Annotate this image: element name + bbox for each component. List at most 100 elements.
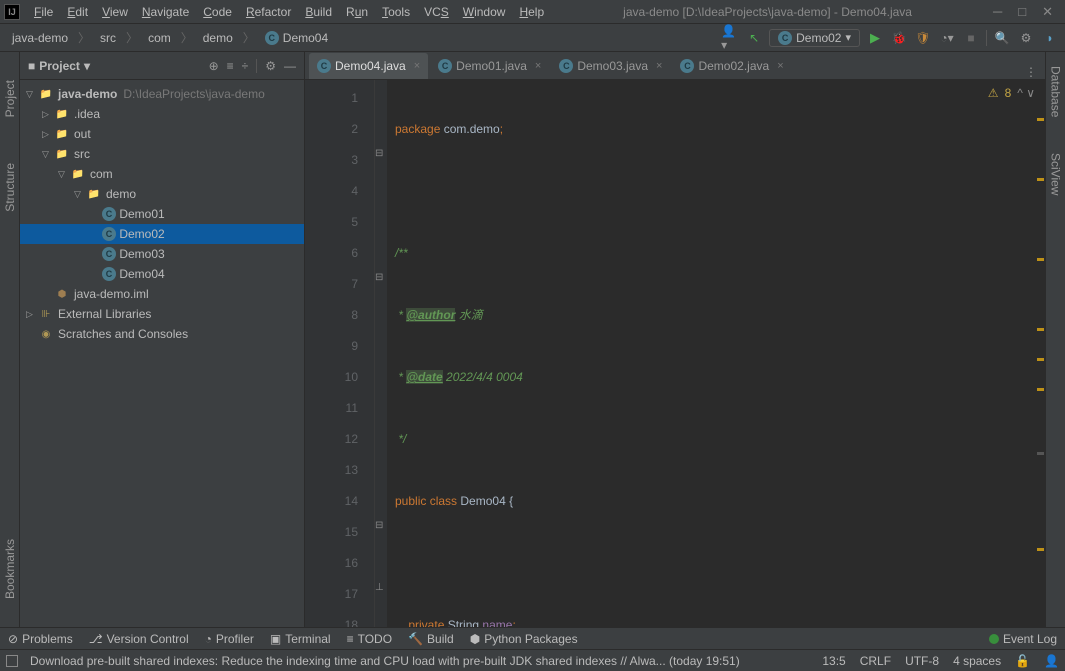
fold-end[interactable]: ⊥ <box>375 582 384 593</box>
menu-build[interactable]: Build <box>299 3 338 21</box>
menu-file[interactable]: File <box>28 3 59 21</box>
sidebar-title[interactable]: ■ Project ▾ <box>28 59 209 73</box>
locate-icon[interactable]: ⊕ <box>209 59 219 73</box>
tree-idea[interactable]: ▷📁.idea <box>20 104 304 124</box>
sidebar-header: ■ Project ▾ ⊕ ≡ ÷ ⚙ — <box>20 52 304 80</box>
right-tab-sciview[interactable]: SciView <box>1047 145 1065 203</box>
app-logo: IJ <box>4 4 20 20</box>
tab-demo04[interactable]: CDemo04.java× <box>309 53 428 79</box>
status-notify-icon[interactable]: 👤 <box>1044 654 1059 668</box>
tree-demo03[interactable]: C Demo03 <box>20 244 304 264</box>
menu-code[interactable]: Code <box>197 3 238 21</box>
debug-button[interactable]: 🐞 <box>890 29 908 47</box>
status-position[interactable]: 13:5 <box>822 654 845 668</box>
fold-toggle[interactable]: ⊟ <box>375 148 383 159</box>
stop-button[interactable]: ■ <box>962 29 980 47</box>
user-icon[interactable]: 👤▾ <box>721 29 739 47</box>
tw-vcs[interactable]: ⎇ Version Control <box>89 632 189 646</box>
right-tool-gutter: Database SciView <box>1045 52 1065 627</box>
menu-refactor[interactable]: Refactor <box>240 3 297 21</box>
class-icon: C <box>317 59 331 73</box>
menu-vcs[interactable]: VCS <box>418 3 455 21</box>
navigation-bar: java-demo 〉 src 〉 com 〉 demo 〉 CDemo04 👤… <box>0 24 1065 52</box>
tree-src[interactable]: ▽📁src <box>20 144 304 164</box>
fold-gutter: ⊟ ⊟ ⊟ ⊥ <box>375 80 387 627</box>
tree-demo04[interactable]: C Demo04 <box>20 264 304 284</box>
menu-view[interactable]: View <box>96 3 134 21</box>
fold-toggle[interactable]: ⊟ <box>375 272 383 283</box>
menu-run[interactable]: Run <box>340 3 374 21</box>
tab-demo01[interactable]: CDemo01.java× <box>430 53 549 79</box>
window-title: java-demo [D:\IdeaProjects\java-demo] - … <box>550 5 985 19</box>
left-tab-project[interactable]: Project <box>1 72 19 125</box>
crumb-project[interactable]: java-demo <box>6 29 74 47</box>
maximize-button[interactable]: □ <box>1018 4 1026 20</box>
fold-toggle[interactable]: ⊟ <box>375 520 383 531</box>
tabs-more-button[interactable]: ⋮ <box>1017 65 1045 79</box>
search-button[interactable]: 🔍 <box>993 29 1011 47</box>
status-icon[interactable] <box>6 655 18 667</box>
close-icon[interactable]: × <box>656 60 662 72</box>
tree-ext-lib[interactable]: ▷⊪External Libraries <box>20 304 304 324</box>
close-button[interactable]: ✕ <box>1042 4 1053 20</box>
tree-iml[interactable]: ⬢java-demo.iml <box>20 284 304 304</box>
editor[interactable]: 123456789101112131415161718 ⊟ ⊟ ⊟ ⊥ pack… <box>305 80 1045 627</box>
tw-todo[interactable]: ≡ TODO <box>347 632 392 646</box>
status-message: Download pre-built shared indexes: Reduc… <box>30 654 810 668</box>
tw-profiler[interactable]: ◔ Profiler <box>205 632 254 646</box>
status-eol[interactable]: CRLF <box>860 654 891 668</box>
tab-demo03[interactable]: CDemo03.java× <box>551 53 670 79</box>
tree-demo-pkg[interactable]: ▽📁demo <box>20 184 304 204</box>
tree-out[interactable]: ▷📁out <box>20 124 304 144</box>
tw-python[interactable]: ⬢ Python Packages <box>470 632 578 646</box>
class-icon: C <box>265 31 279 45</box>
tw-terminal[interactable]: ▣ Terminal <box>270 632 331 646</box>
right-tab-database[interactable]: Database <box>1047 58 1065 125</box>
crumb-src[interactable]: src <box>94 29 122 47</box>
coverage-button[interactable]: 🛡 <box>914 29 932 47</box>
tw-build[interactable]: 🔨 Build <box>408 632 454 646</box>
error-stripe[interactable] <box>1035 80 1045 627</box>
left-tab-bookmarks[interactable]: Bookmarks <box>1 531 19 607</box>
class-icon: C <box>102 227 116 241</box>
close-icon[interactable]: × <box>777 60 783 72</box>
crumb-class[interactable]: CDemo04 <box>259 29 334 47</box>
tool-window-bar: ⊘ Problems ⎇ Version Control ◔ Profiler … <box>0 627 1065 649</box>
tw-problems[interactable]: ⊘ Problems <box>8 632 73 646</box>
crumb-com[interactable]: com <box>142 29 177 47</box>
status-readonly-icon[interactable]: 🔓 <box>1015 654 1030 668</box>
menu-edit[interactable]: Edit <box>61 3 94 21</box>
menu-bar: File Edit View Navigate Code Refactor Bu… <box>28 3 550 21</box>
menu-tools[interactable]: Tools <box>376 3 416 21</box>
menu-window[interactable]: Window <box>457 3 512 21</box>
problems-badge[interactable]: ⚠ 8 ^ ∨ <box>988 86 1035 100</box>
code-content[interactable]: package com.demo; /** * @author 水滴 * @da… <box>387 80 1045 627</box>
tab-demo02[interactable]: CDemo02.java× <box>672 53 791 79</box>
editor-area: CDemo04.java× CDemo01.java× CDemo03.java… <box>305 52 1045 627</box>
status-indent[interactable]: 4 spaces <box>953 654 1001 668</box>
ide-button[interactable]: ◗ <box>1041 29 1059 47</box>
close-icon[interactable]: × <box>535 60 541 72</box>
expand-icon[interactable]: ≡ <box>227 59 234 73</box>
tree-demo01[interactable]: C Demo01 <box>20 204 304 224</box>
tree-scratches[interactable]: ◉Scratches and Consoles <box>20 324 304 344</box>
tw-event-log[interactable]: Event Log <box>989 632 1057 646</box>
left-tab-structure[interactable]: Structure <box>1 155 19 220</box>
menu-navigate[interactable]: Navigate <box>136 3 195 21</box>
settings-button[interactable]: ⚙ <box>1017 29 1035 47</box>
tree-project-root[interactable]: ▽📁java-demoD:\IdeaProjects\java-demo <box>20 84 304 104</box>
crumb-demo[interactable]: demo <box>197 29 239 47</box>
profile-button[interactable]: ◔▾ <box>938 29 956 47</box>
tree-demo02[interactable]: C Demo02 <box>20 224 304 244</box>
gear-icon[interactable]: ⚙ <box>265 59 276 73</box>
tree-com[interactable]: ▽📁com <box>20 164 304 184</box>
minimize-button[interactable]: ─ <box>993 4 1002 20</box>
close-icon[interactable]: × <box>414 60 420 72</box>
menu-help[interactable]: Help <box>513 3 550 21</box>
run-config-selector[interactable]: CDemo02 ▾ <box>769 29 860 47</box>
collapse-icon[interactable]: ÷ <box>242 59 249 73</box>
status-encoding[interactable]: UTF-8 <box>905 654 939 668</box>
hide-icon[interactable]: — <box>284 59 296 73</box>
back-icon[interactable]: ↖ <box>745 29 763 47</box>
run-button[interactable]: ▶ <box>866 29 884 47</box>
